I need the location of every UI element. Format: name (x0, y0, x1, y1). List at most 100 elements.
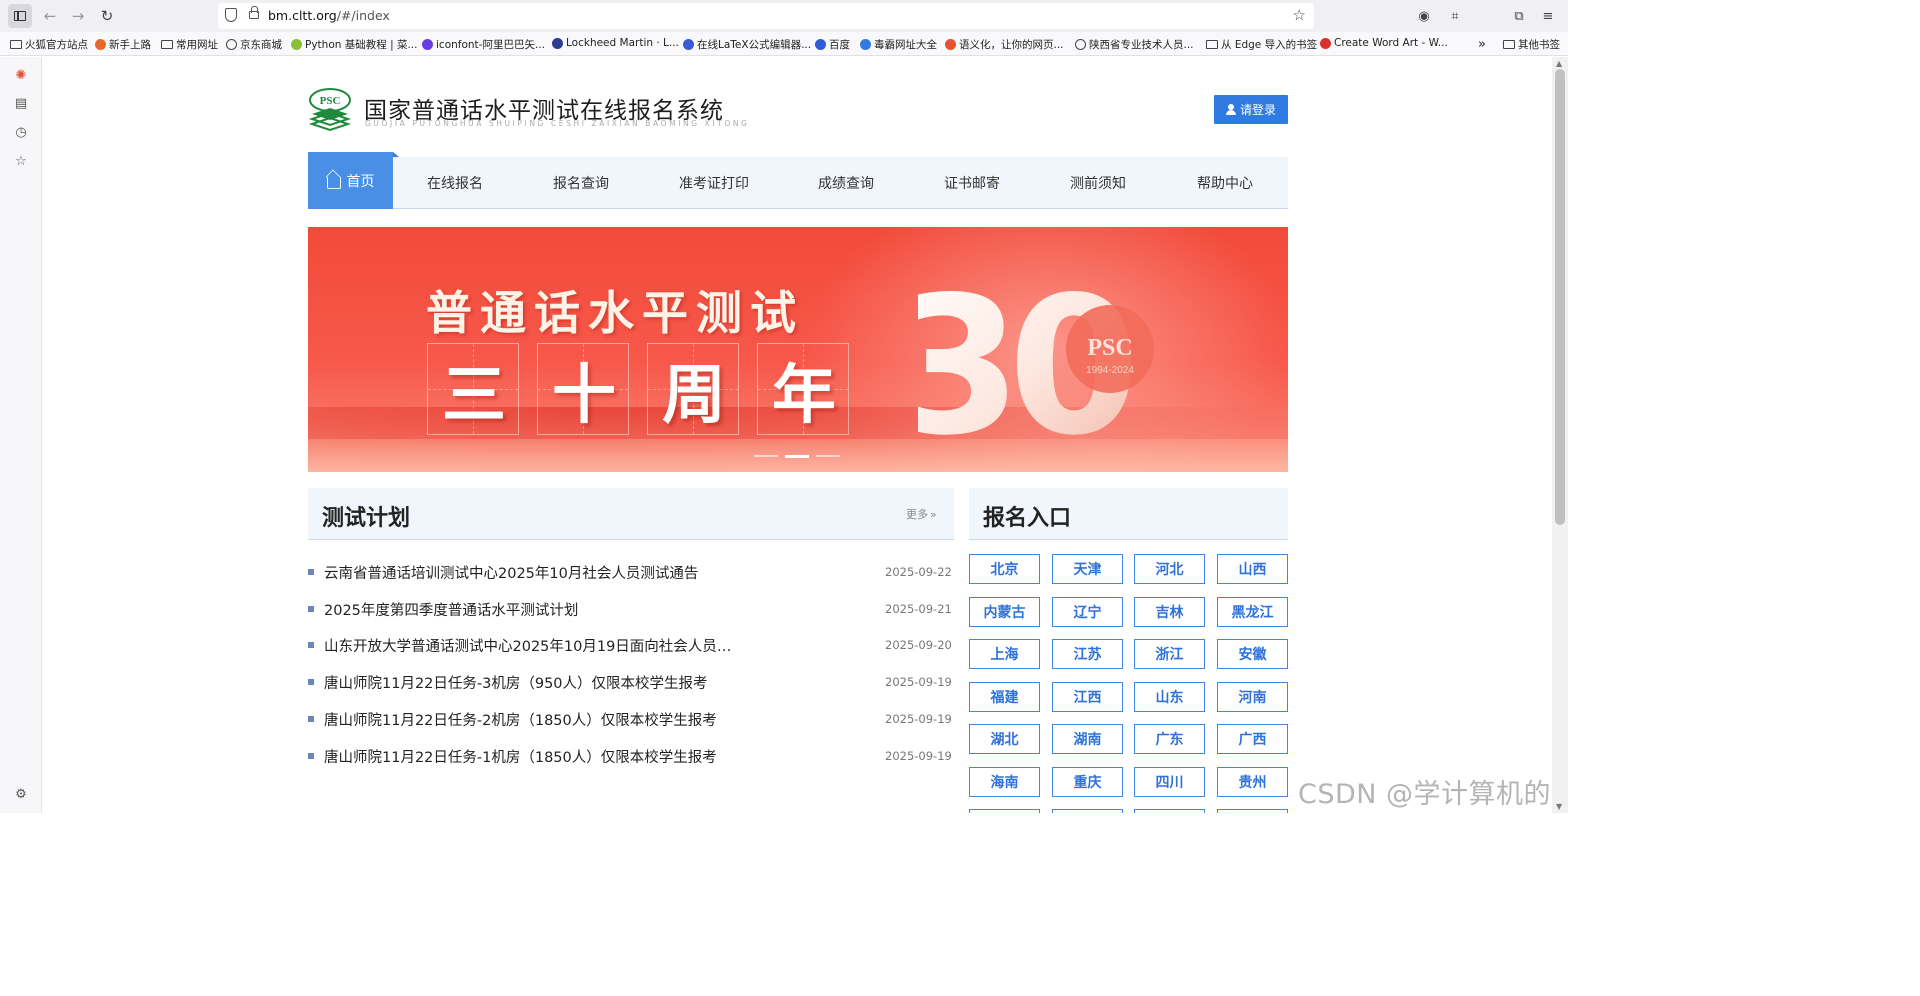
bookmark-label: 从 Edge 导入的书签 (1221, 39, 1318, 51)
page-scrollbar[interactable]: ▲ ▼ (1552, 57, 1568, 813)
test-plan-item-title[interactable]: 唐山师院11月22日任务-2机房（1850人）仅限本校学生报考 (324, 709, 734, 730)
province-button-partial[interactable] (969, 809, 1040, 813)
nav-certificate-mail[interactable]: 证书邮寄 (912, 157, 1032, 209)
province-button[interactable]: 山东 (1134, 682, 1205, 712)
province-button[interactable]: 湖南 (1052, 724, 1123, 754)
province-button[interactable]: 吉林 (1134, 597, 1205, 627)
province-button[interactable]: 浙江 (1134, 639, 1205, 669)
bullet-square-icon (308, 679, 314, 686)
province-button[interactable]: 重庆 (1052, 767, 1123, 797)
province-button[interactable]: 福建 (969, 682, 1040, 712)
url-text[interactable]: bm.cltt.org/#/index (268, 8, 390, 23)
province-button[interactable]: 内蒙古 (969, 597, 1040, 627)
test-plan-panel: 测试计划 更多» 云南省普通话培训测试中心2025年10月社会人员测试通告 202… (308, 488, 954, 793)
sidebar-toggle-button[interactable] (8, 4, 32, 28)
account-icon[interactable]: ◉ (1415, 7, 1433, 25)
bookmark-item[interactable]: 百度 (815, 37, 850, 52)
province-button[interactable]: 黑龙江 (1217, 597, 1288, 627)
login-button[interactable]: 请登录 (1214, 95, 1288, 124)
province-button[interactable]: 上海 (969, 639, 1040, 669)
bookmark-item[interactable]: 京东商城 (226, 37, 282, 52)
province-button[interactable]: 湖北 (969, 724, 1040, 754)
province-button[interactable]: 江西 (1052, 682, 1123, 712)
province-button[interactable]: 安徽 (1217, 639, 1288, 669)
bookmarks-overflow-button[interactable]: » (1478, 37, 1486, 52)
home-icon (326, 176, 341, 189)
test-plan-item[interactable]: 山东开放大学普通话测试中心2025年10月19日面向社会人员测试通告 2025-0… (308, 634, 954, 658)
bookmark-label: 新手上路 (109, 39, 151, 51)
test-plan-item-title[interactable]: 2025年度第四季度普通话水平测试计划 (324, 599, 734, 620)
menu-icon[interactable]: ≡ (1539, 7, 1557, 25)
forward-button[interactable]: → (68, 6, 88, 26)
province-button[interactable]: 山西 (1217, 554, 1288, 584)
scroll-down-arrow-icon[interactable]: ▼ (1556, 802, 1562, 811)
province-button[interactable]: 海南 (969, 767, 1040, 797)
bookmark-item[interactable]: Lockheed Martin · L... (552, 37, 679, 49)
province-button[interactable]: 辽宁 (1052, 597, 1123, 627)
test-plan-item[interactable]: 云南省普通话培训测试中心2025年10月社会人员测试通告 2025-09-22 (308, 561, 954, 585)
test-plan-item-title[interactable]: 山东开放大学普通话测试中心2025年10月19日面向社会人员测试通告 (324, 635, 734, 656)
address-bar[interactable]: bm.cltt.org/#/index ☆ (218, 3, 1314, 29)
bookmark-item[interactable]: Create Word Art - W... (1320, 37, 1448, 49)
logo-text: PSC (320, 95, 341, 107)
iconfont-icon (422, 39, 433, 50)
bookmark-item[interactable]: 陕西省专业技术人员... (1075, 37, 1194, 52)
synced-tabs-icon[interactable]: ▤ (13, 95, 29, 111)
nav-online-registration[interactable]: 在线报名 (395, 157, 515, 209)
back-button[interactable]: ← (40, 6, 60, 26)
bookmark-item[interactable]: 语义化，让你的网页... (945, 37, 1064, 52)
carousel-dot[interactable] (816, 455, 840, 457)
test-plan-item[interactable]: 唐山师院11月22日任务-1机房（1850人）仅限本校学生报考 2025-09-1… (308, 745, 954, 769)
province-button-partial[interactable] (1217, 809, 1288, 813)
lock-icon[interactable] (249, 6, 259, 19)
scroll-up-arrow-icon[interactable]: ▲ (1556, 59, 1562, 68)
scroll-thumb[interactable] (1555, 69, 1565, 525)
bookmarks-icon[interactable]: ☆ (13, 153, 29, 169)
carousel-dot[interactable] (785, 454, 809, 458)
province-button[interactable]: 广西 (1217, 724, 1288, 754)
bookmark-item[interactable]: 从 Edge 导入的书签 (1206, 37, 1317, 52)
crop-icon[interactable]: ⌗ (1446, 7, 1464, 25)
test-plan-item-title[interactable]: 唐山师院11月22日任务-1机房（1850人）仅限本校学生报考 (324, 746, 734, 767)
province-button[interactable]: 天津 (1052, 554, 1123, 584)
history-icon[interactable]: ◷ (13, 124, 29, 140)
bookmark-item[interactable]: 新手上路 (95, 37, 151, 52)
province-button-partial[interactable] (1134, 809, 1205, 813)
province-button[interactable]: 河北 (1134, 554, 1205, 584)
province-button[interactable]: 四川 (1134, 767, 1205, 797)
test-plan-item[interactable]: 唐山师院11月22日任务-2机房（1850人）仅限本校学生报考 2025-09-1… (308, 708, 954, 732)
extensions-icon[interactable]: ⧉ (1510, 7, 1528, 25)
settings-gear-icon[interactable]: ⚙ (13, 786, 29, 802)
province-button[interactable]: 北京 (969, 554, 1040, 584)
banner-carousel[interactable]: 普通话水平测试 三十周年 30 PSC 1994-2024 (308, 227, 1288, 472)
nav-registration-query[interactable]: 报名查询 (521, 157, 641, 209)
ai-chatbot-icon[interactable]: ✺ (13, 67, 29, 83)
other-bookmarks[interactable]: 其他书签 (1503, 37, 1560, 52)
nav-admission-ticket-print[interactable]: 准考证打印 (654, 157, 774, 209)
province-button[interactable]: 江苏 (1052, 639, 1123, 669)
nav-help-center[interactable]: 帮助中心 (1165, 157, 1285, 209)
test-plan-item[interactable]: 唐山师院11月22日任务-3机房（950人）仅限本校学生报考 2025-09-19 (308, 671, 954, 695)
carousel-dot[interactable] (754, 455, 778, 457)
bookmark-star-icon[interactable]: ☆ (1293, 6, 1306, 24)
nav-home-tab[interactable]: 首页 (308, 152, 399, 209)
nav-pretest-notice[interactable]: 测前须知 (1038, 157, 1158, 209)
bookmark-item[interactable]: 毒霸网址大全 (860, 37, 937, 52)
test-plan-item-title[interactable]: 云南省普通话培训测试中心2025年10月社会人员测试通告 (324, 562, 734, 583)
test-plan-item[interactable]: 2025年度第四季度普通话水平测试计划 2025-09-21 (308, 598, 954, 622)
psc-logo[interactable]: PSC (308, 88, 352, 132)
reload-button[interactable]: ↻ (97, 6, 117, 26)
test-plan-item-title[interactable]: 唐山师院11月22日任务-3机房（950人）仅限本校学生报考 (324, 672, 734, 693)
bookmark-item[interactable]: 火狐官方站点 (10, 37, 88, 52)
bookmark-item[interactable]: iconfont-阿里巴巴矢... (422, 37, 545, 52)
bookmark-item[interactable]: 在线LaTeX公式编辑器... (683, 37, 811, 52)
bookmark-item[interactable]: 常用网址 (161, 37, 218, 52)
province-button[interactable]: 河南 (1217, 682, 1288, 712)
province-button[interactable]: 广东 (1134, 724, 1205, 754)
province-button[interactable]: 贵州 (1217, 767, 1288, 797)
more-link[interactable]: 更多» (906, 506, 937, 522)
province-button-partial[interactable] (1052, 809, 1123, 813)
nav-score-query[interactable]: 成绩查询 (786, 157, 906, 209)
bookmark-item[interactable]: Python 基础教程 | 菜... (291, 37, 417, 52)
shield-icon[interactable] (225, 8, 237, 22)
